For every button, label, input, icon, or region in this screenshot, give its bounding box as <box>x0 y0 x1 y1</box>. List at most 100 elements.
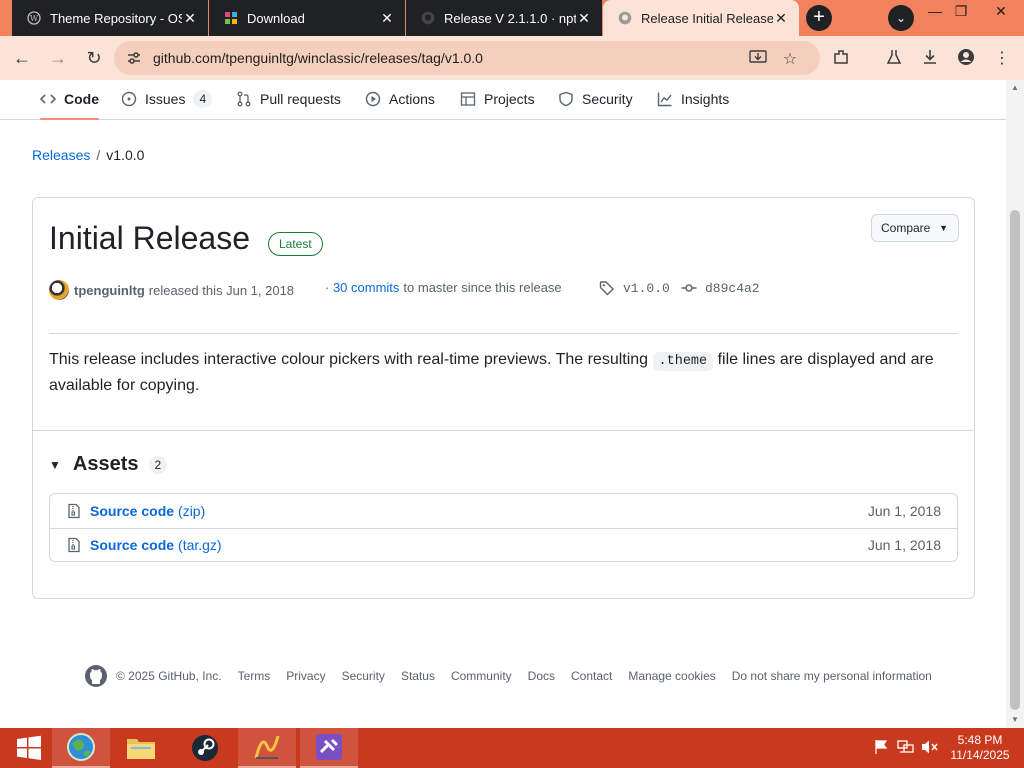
browser-toolbar: ← → ↻ github.com/tpenguinltg/winclassic/… <box>0 36 1024 80</box>
taskbar-app-button[interactable] <box>238 728 296 768</box>
file-zip-icon <box>68 503 80 518</box>
app-favicon-icon <box>223 10 239 26</box>
profile-icon[interactable] <box>955 48 977 70</box>
tab-label: Insights <box>681 91 730 107</box>
close-tab-icon[interactable]: ✕ <box>773 10 789 27</box>
commits-link[interactable]: 30 commits <box>333 280 399 295</box>
avatar[interactable] <box>49 280 69 300</box>
release-description: This release includes interactive colour… <box>49 348 949 398</box>
browser-tab[interactable]: W Theme Repository - OS ✕ <box>12 0 208 36</box>
taskbar-steam-button[interactable] <box>176 728 234 768</box>
footer-link-manage-cookies[interactable]: Manage cookies <box>628 669 715 683</box>
tab-pull-requests[interactable]: Pull requests <box>236 80 341 118</box>
tab-security[interactable]: Security <box>558 80 633 118</box>
browser-tab[interactable]: Release V 2.1.1.0 · nptr/ ✕ <box>406 0 602 36</box>
reload-button[interactable]: ↻ <box>81 45 107 71</box>
tab-label: Security <box>582 91 633 107</box>
new-tab-button[interactable]: + <box>806 5 832 31</box>
graph-icon <box>657 92 672 107</box>
back-button[interactable]: ← <box>9 45 35 71</box>
browser-tab-active[interactable]: Release Initial Release · ✕ <box>603 0 799 36</box>
system-clock[interactable]: 5:48 PM 11/14/2025 <box>940 733 1020 763</box>
volume-muted-icon[interactable] <box>921 739 939 757</box>
extensions-icon[interactable] <box>830 48 852 70</box>
network-icon[interactable] <box>897 739 915 757</box>
restore-button[interactable]: ❐ <box>944 0 978 22</box>
file-zip-icon <box>68 537 80 553</box>
tab-title: Release V 2.1.1.0 · nptr/ <box>444 10 576 26</box>
shield-icon <box>559 91 573 107</box>
commit-sha: d89c4a2 <box>705 280 760 296</box>
footer-link-security[interactable]: Security <box>342 669 385 683</box>
scroll-down-icon[interactable]: ▼ <box>1008 715 1022 725</box>
triangle-down-icon: ▼ <box>49 457 61 472</box>
svg-text:W: W <box>30 14 39 23</box>
compare-button[interactable]: Compare ▼ <box>871 214 959 242</box>
issue-opened-icon <box>121 91 137 107</box>
release-body-text: This release includes interactive colour… <box>49 351 653 368</box>
tag-meta[interactable]: v1.0.0 <box>599 280 670 296</box>
tag-icon <box>599 281 614 296</box>
commit-meta[interactable]: d89c4a2 <box>681 280 760 296</box>
asset-name-link[interactable]: Source code <box>90 503 174 519</box>
taskbar-chrome-button[interactable] <box>52 728 110 768</box>
tab-issues[interactable]: Issues 4 <box>121 80 213 118</box>
asset-ext[interactable]: (zip) <box>178 503 205 519</box>
assets-toggle[interactable]: ▼ Assets 2 <box>49 453 168 476</box>
footer-link-status[interactable]: Status <box>401 669 435 683</box>
github-icon <box>420 10 436 26</box>
footer-link-community[interactable]: Community <box>451 669 512 683</box>
scroll-up-icon[interactable]: ▲ <box>1008 83 1022 93</box>
url-text[interactable]: github.com/tpenguinltg/winclassic/releas… <box>153 50 483 66</box>
breadcrumb-releases-link[interactable]: Releases <box>32 147 90 163</box>
scrollbar-thumb[interactable] <box>1010 210 1020 710</box>
downloads-icon[interactable] <box>919 48 941 70</box>
tab-insights[interactable]: Insights <box>657 80 729 118</box>
close-tab-icon[interactable]: ✕ <box>379 10 395 27</box>
browser-tab[interactable]: Download ✕ <box>209 0 405 36</box>
asset-ext[interactable]: (tar.gz) <box>178 537 222 553</box>
footer-link-privacy[interactable]: Privacy <box>286 669 325 683</box>
bookmark-star-icon[interactable]: ☆ <box>780 49 800 68</box>
address-bar[interactable]: github.com/tpenguinltg/winclassic/releas… <box>114 41 820 75</box>
tab-projects[interactable]: Projects <box>460 80 535 118</box>
start-button[interactable] <box>0 728 58 768</box>
tab-label: Pull requests <box>260 91 341 107</box>
footer-link-terms[interactable]: Terms <box>238 669 271 683</box>
taskbar-file-explorer-button[interactable] <box>112 728 170 768</box>
github-logo-icon[interactable] <box>84 664 108 688</box>
action-center-flag-icon[interactable] <box>872 739 890 757</box>
clock-date: 11/14/2025 <box>950 748 1010 762</box>
close-tab-icon[interactable]: ✕ <box>182 10 198 27</box>
tab-label: Issues <box>145 91 186 107</box>
tab-code[interactable]: Code <box>40 80 99 120</box>
list-item[interactable]: Source code (zip) Jun 1, 2018 <box>50 494 957 527</box>
close-tab-icon[interactable]: ✕ <box>576 10 592 27</box>
tab-title: Theme Repository - OS <box>50 10 182 26</box>
taskbar-visual-studio-button[interactable] <box>300 728 358 768</box>
reload-icon: ↻ <box>86 48 102 68</box>
footer-link-contact[interactable]: Contact <box>571 669 612 683</box>
close-window-button[interactable]: ✕ <box>984 0 1018 22</box>
tab-actions[interactable]: Actions <box>365 80 435 118</box>
list-item[interactable]: Source code (tar.gz) Jun 1, 2018 <box>50 528 957 561</box>
release-author-meta: tpenguinltg released this Jun 1, 2018 <box>49 280 294 300</box>
latest-badge: Latest <box>268 232 323 256</box>
table-icon <box>460 92 476 106</box>
minimize-icon: — <box>928 3 942 19</box>
site-settings-icon[interactable] <box>126 50 142 66</box>
chevron-down-icon: ⌄ <box>895 11 907 25</box>
install-app-icon[interactable] <box>748 49 768 67</box>
tab-search-button[interactable]: ⌄ <box>888 5 914 31</box>
forward-button[interactable]: → <box>45 45 71 71</box>
tag-name: v1.0.0 <box>623 280 670 296</box>
asset-name-link[interactable]: Source code <box>90 537 174 553</box>
author-link[interactable]: tpenguinltg <box>74 283 145 298</box>
footer-link-docs[interactable]: Docs <box>528 669 555 683</box>
tab-label: Actions <box>389 91 435 107</box>
labs-flask-icon[interactable] <box>883 48 905 70</box>
page-footer: © 2025 GitHub, Inc. Terms Privacy Securi… <box>84 664 948 688</box>
browser-menu-icon[interactable]: ⋮ <box>991 48 1013 70</box>
footer-link-do-not-share[interactable]: Do not share my personal information <box>732 669 932 683</box>
commits-suffix-text: to master since this release <box>403 280 562 295</box>
